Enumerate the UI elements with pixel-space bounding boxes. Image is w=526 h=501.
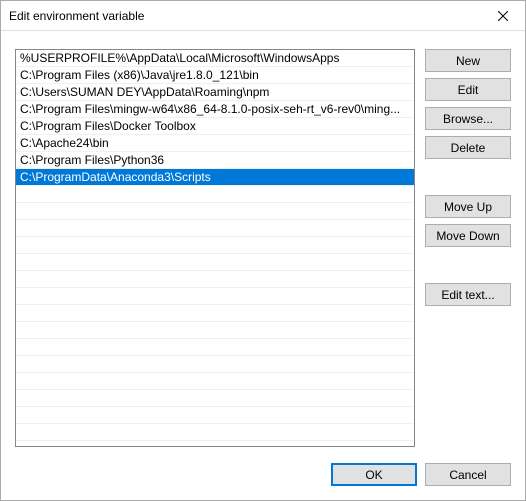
titlebar: Edit environment variable: [1, 1, 525, 31]
list-empty-row[interactable]: [16, 373, 414, 390]
list-empty-row[interactable]: [16, 186, 414, 203]
spacer: [425, 253, 511, 277]
window-title: Edit environment variable: [9, 9, 480, 23]
close-button[interactable]: [480, 1, 525, 30]
list-empty-row[interactable]: [16, 322, 414, 339]
list-empty-row[interactable]: [16, 356, 414, 373]
list-empty-row[interactable]: [16, 424, 414, 441]
spacer: [425, 165, 511, 189]
list-empty-row[interactable]: [16, 339, 414, 356]
list-item[interactable]: C:\Program Files\mingw-w64\x86_64-8.1.0-…: [16, 101, 414, 118]
list-item[interactable]: C:\Program Files (x86)\Java\jre1.8.0_121…: [16, 67, 414, 84]
list-item[interactable]: C:\Program Files\Python36: [16, 152, 414, 169]
footer: OK Cancel: [15, 463, 511, 486]
list-empty-row[interactable]: [16, 237, 414, 254]
list-empty-row[interactable]: [16, 305, 414, 322]
list-empty-row[interactable]: [16, 254, 414, 271]
list-empty-row[interactable]: [16, 390, 414, 407]
new-button[interactable]: New: [425, 49, 511, 72]
list-empty-row[interactable]: [16, 220, 414, 237]
cancel-button[interactable]: Cancel: [425, 463, 511, 486]
list-item[interactable]: C:\ProgramData\Anaconda3\Scripts: [16, 169, 414, 186]
edit-text-button[interactable]: Edit text...: [425, 283, 511, 306]
list-empty-row[interactable]: [16, 407, 414, 424]
move-down-button[interactable]: Move Down: [425, 224, 511, 247]
list-empty-row[interactable]: [16, 271, 414, 288]
list-item[interactable]: %USERPROFILE%\AppData\Local\Microsoft\Wi…: [16, 50, 414, 67]
path-listbox[interactable]: %USERPROFILE%\AppData\Local\Microsoft\Wi…: [15, 49, 415, 447]
ok-button[interactable]: OK: [331, 463, 417, 486]
close-icon: [498, 11, 508, 21]
sidebar-buttons: New Edit Browse... Delete Move Up Move D…: [425, 49, 511, 451]
move-up-button[interactable]: Move Up: [425, 195, 511, 218]
list-item[interactable]: C:\Apache24\bin: [16, 135, 414, 152]
main-row: %USERPROFILE%\AppData\Local\Microsoft\Wi…: [15, 43, 511, 451]
list-item[interactable]: C:\Users\SUMAN DEY\AppData\Roaming\npm: [16, 84, 414, 101]
list-item[interactable]: C:\Program Files\Docker Toolbox: [16, 118, 414, 135]
dialog-content: %USERPROFILE%\AppData\Local\Microsoft\Wi…: [1, 31, 525, 500]
edit-button[interactable]: Edit: [425, 78, 511, 101]
delete-button[interactable]: Delete: [425, 136, 511, 159]
browse-button[interactable]: Browse...: [425, 107, 511, 130]
list-empty-row[interactable]: [16, 203, 414, 220]
list-empty-row[interactable]: [16, 288, 414, 305]
